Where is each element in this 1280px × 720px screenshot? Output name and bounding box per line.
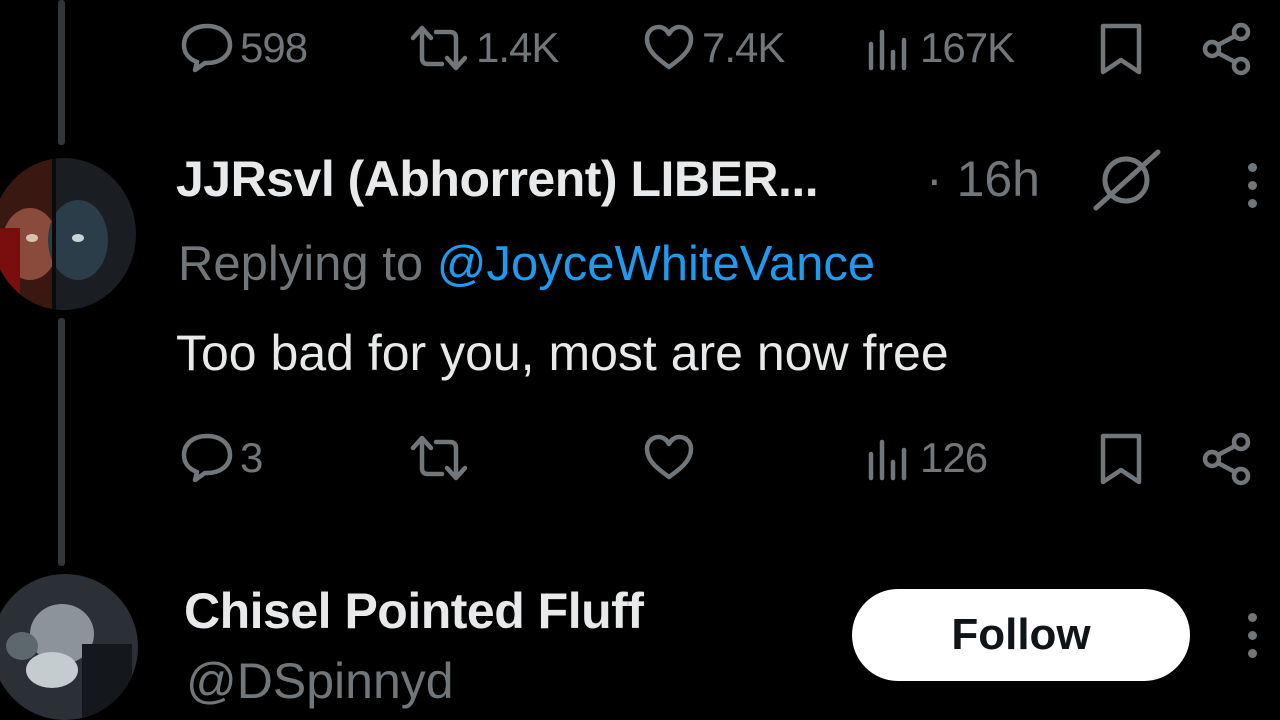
reply-reply-count: 3 (240, 434, 263, 481)
speech-bubble-icon (181, 23, 233, 73)
share-nodes-icon (1202, 22, 1251, 76)
ellipsis-dot (1248, 649, 1257, 658)
share-nodes-icon (1202, 432, 1251, 486)
replying-to-line: Replying to @JoyceWhiteVance (178, 236, 875, 292)
tweet-meta: · 16h (926, 150, 1040, 208)
repost-arrows-icon (410, 435, 468, 481)
thread-line-top (58, 0, 65, 145)
reply-display-name[interactable]: JJRsvl (Abhorrent) LIBER... (176, 150, 819, 208)
grok-button[interactable] (1092, 148, 1162, 212)
follow-button[interactable]: Follow (852, 589, 1190, 681)
replying-to-label: Replying to (178, 237, 424, 291)
reply-bookmark-button[interactable] (1098, 432, 1144, 486)
tweet-text: Too bad for you, most are now free (176, 325, 949, 381)
reply-share-button[interactable] (1200, 432, 1254, 486)
tweet-timestamp[interactable]: 16h (957, 151, 1040, 207)
reply-views-button[interactable]: 126 (866, 432, 988, 484)
ellipsis-dot (1248, 199, 1257, 208)
repost-arrows-icon (410, 25, 468, 71)
repost-count: 1.4K (476, 24, 559, 71)
reply-repost-button[interactable] (408, 432, 470, 484)
avatar[interactable] (0, 158, 136, 310)
reply-count: 598 (240, 24, 308, 71)
bookmark-icon (1100, 433, 1142, 485)
avatar-image (0, 574, 138, 720)
avatar-image (0, 158, 136, 310)
reply-reply-button[interactable]: 3 (180, 432, 263, 484)
heart-icon (644, 434, 694, 480)
repost-button[interactable]: 1.4K (408, 22, 559, 74)
ellipsis-dot (1248, 181, 1257, 190)
meta-separator: · (926, 151, 943, 207)
reply-more-button[interactable] (1248, 163, 1260, 217)
slashed-circle-icon (1093, 149, 1161, 211)
heart-icon (644, 24, 694, 70)
speech-bubble-icon (181, 433, 233, 483)
bookmark-button[interactable] (1098, 22, 1144, 76)
replying-to-handle-link[interactable]: @JoyceWhiteVance (437, 237, 875, 291)
suggested-display-name[interactable]: Chisel Pointed Fluff (184, 582, 644, 640)
vertical-ellipsis-icon (1248, 163, 1257, 172)
like-button[interactable]: 7.4K (642, 22, 785, 74)
bookmark-icon (1100, 23, 1142, 75)
reply-button[interactable]: 598 (180, 22, 308, 74)
vertical-ellipsis-icon (1248, 613, 1257, 622)
views-count: 167K (920, 24, 1015, 71)
share-button[interactable] (1200, 22, 1254, 76)
like-count: 7.4K (702, 24, 785, 71)
bar-chart-icon (868, 29, 907, 71)
suggested-user-avatar[interactable] (0, 574, 138, 720)
reply-like-button[interactable] (642, 432, 696, 484)
ellipsis-dot (1248, 631, 1257, 640)
thread-line-bottom (58, 318, 65, 566)
suggested-more-button[interactable] (1248, 613, 1260, 667)
reply-views-count: 126 (920, 434, 988, 481)
suggested-handle[interactable]: @DSpinnyd (186, 652, 454, 710)
bar-chart-icon (868, 439, 907, 481)
views-button[interactable]: 167K (866, 22, 1015, 74)
